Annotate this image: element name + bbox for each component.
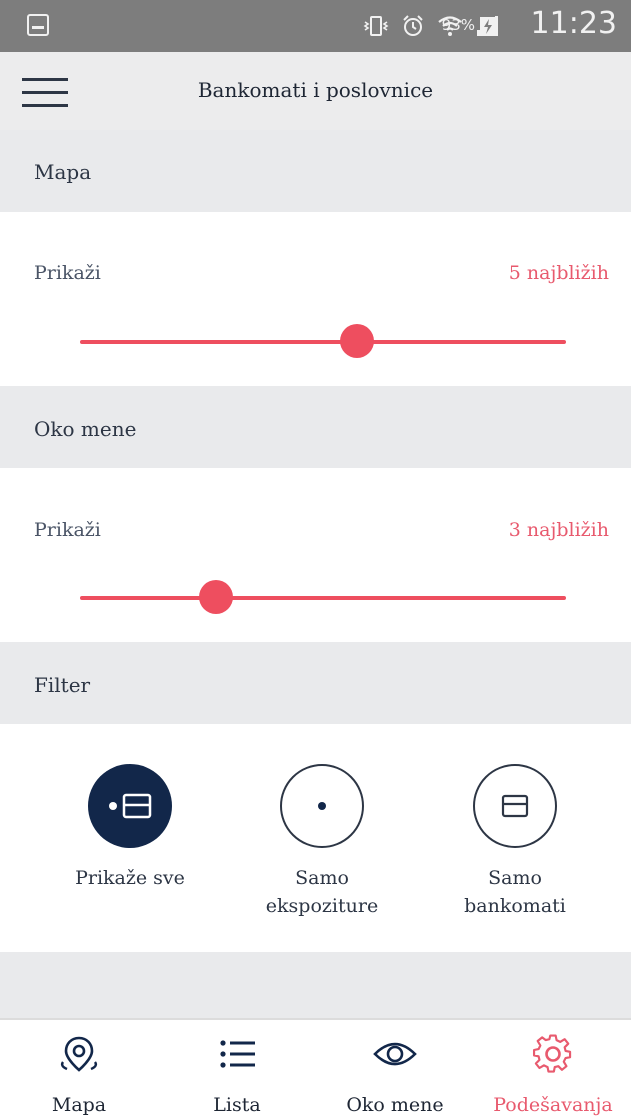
status-bar: 93% 11:23 [0,0,631,52]
card-icon [473,764,557,848]
battery-percent: 93% [441,16,475,34]
section-title-filter: Filter [34,673,91,697]
filter-option-branches[interactable]: Samo ekspoziture [237,764,407,920]
slider-thumb[interactable] [340,324,375,358]
section-title-mapa: Mapa [34,160,92,184]
slider-oko-mene[interactable] [80,578,566,618]
nav-label-oko-mene: Oko mene [346,1094,444,1116]
filter-label-atms: Samo bankomati [464,867,566,917]
filter-label-branches: Samo ekspoziture [265,867,379,917]
nav-label-podesavanja: Podešavanja [493,1094,613,1116]
battery-charging-icon [480,17,496,36]
branch-dot-icon [280,764,364,848]
section-header-empty [0,952,631,1018]
atm-and-branch-icon [88,764,172,848]
nav-item-podesavanja[interactable]: Podešavanja [474,1024,631,1116]
gear-icon [532,1034,572,1073]
nav-label-lista: Lista [213,1094,261,1116]
slider-track [80,596,566,600]
slider-mapa[interactable] [80,322,566,362]
show-label-mapa: Prikaži [34,262,101,284]
filter-label-all: Prikaže sve [75,867,185,889]
map-pin-icon [60,1036,98,1072]
page-title: Bankomati i poslovnice [197,78,434,102]
slider-track [80,340,566,344]
show-label-oko-mene: Prikaži [34,519,101,541]
nav-label-mapa: Mapa [51,1094,107,1116]
count-value-oko-mene: 3 najbližih [508,519,609,541]
clock: 11:23 [530,6,617,41]
filter-option-all[interactable]: Prikaže sve [45,764,215,892]
nav-item-mapa[interactable]: Mapa [0,1024,158,1116]
slider-thumb[interactable] [199,580,234,614]
bottom-nav-divider [0,1018,631,1020]
nav-item-lista[interactable]: Lista [158,1024,316,1116]
section-title-oko-mene: Oko mene [34,417,137,441]
screenshot-icon [27,14,49,36]
eye-icon [373,1042,417,1066]
nav-item-oko-mene[interactable]: Oko mene [316,1024,474,1116]
vibrate-icon [363,16,389,36]
section-header-filter [0,642,631,724]
count-value-mapa: 5 najbližih [508,262,609,284]
filter-option-atms[interactable]: Samo bankomati [430,764,600,920]
alarm-icon [403,15,423,36]
list-icon [220,1040,255,1068]
section-header-mapa [0,130,631,212]
